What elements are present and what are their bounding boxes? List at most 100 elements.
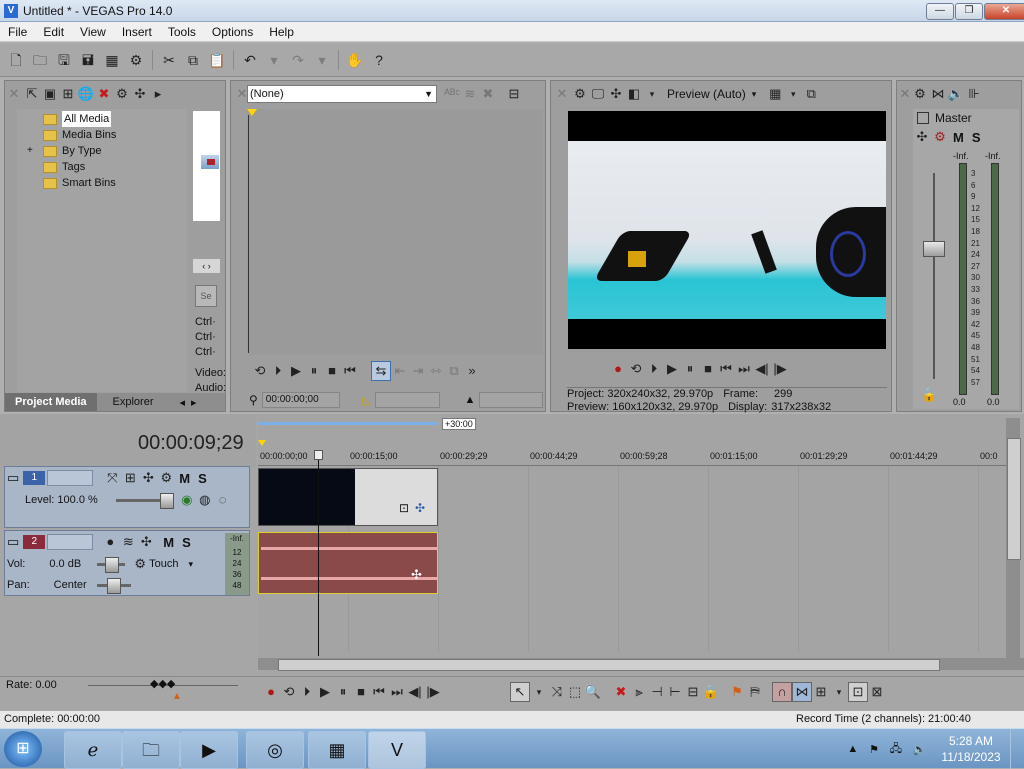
ripple-edit-icon[interactable]: ⊞: [812, 683, 830, 701]
play-icon[interactable]: ▶: [287, 362, 305, 380]
chevron-down-icon[interactable]: ▾: [530, 683, 548, 701]
overlays-icon[interactable]: ▦: [766, 85, 784, 103]
tab-scroll-left-icon[interactable]: ◂: [180, 396, 186, 409]
delete-icon[interactable]: ✖: [612, 683, 630, 701]
media-thumbnail[interactable]: [193, 111, 220, 221]
rate-handle-icon[interactable]: ◆◆◆: [150, 677, 175, 690]
previous-frame-icon[interactable]: ⏮: [341, 362, 359, 380]
blend-mode-icon[interactable]: ◉: [178, 491, 196, 509]
minimize-button[interactable]: —: [926, 3, 954, 20]
composite-parent-icon[interactable]: ◍: [196, 491, 214, 509]
search-media-icon[interactable]: Se: [195, 285, 217, 307]
stop-icon[interactable]: ■: [699, 360, 717, 378]
split-screen-icon[interactable]: ◧: [625, 85, 643, 103]
next-frame-icon[interactable]: |▶: [771, 360, 789, 378]
master-fx-icon[interactable]: ⚙: [931, 128, 949, 146]
copy-snapshot-icon[interactable]: ⧉: [802, 85, 820, 103]
get-media-icon[interactable]: ⊞: [59, 85, 77, 103]
web-media-icon[interactable]: 🌐: [77, 85, 95, 103]
new-icon[interactable]: 🗋: [6, 50, 26, 70]
file-explorer-icon[interactable]: 🗀: [122, 731, 180, 769]
play-icon[interactable]: ▶: [663, 360, 681, 378]
trimmer-end-field[interactable]: [479, 392, 543, 408]
loop-icon[interactable]: ⟲: [251, 362, 269, 380]
pause-icon[interactable]: ⏸: [305, 362, 323, 380]
solo-button[interactable]: S: [198, 471, 207, 486]
previous-frame-icon[interactable]: ◀|: [753, 360, 771, 378]
track-fx-icon[interactable]: ✣: [139, 469, 157, 487]
video-frame[interactable]: [568, 111, 886, 349]
lock-envelopes-icon[interactable]: ⊡: [848, 682, 868, 702]
open-icon[interactable]: 🗀: [30, 50, 50, 70]
flag-icon[interactable]: ⚑: [869, 743, 879, 756]
interactive-tutorials-icon[interactable]: ✋: [345, 50, 365, 70]
stop-icon[interactable]: ■: [323, 362, 341, 380]
menu-edit[interactable]: Edit: [35, 22, 72, 42]
paste-icon[interactable]: 📋: [207, 50, 227, 70]
track-name-field[interactable]: [47, 470, 94, 486]
remove-media-icon[interactable]: ✖: [95, 85, 113, 103]
cut-icon[interactable]: ✂: [159, 50, 179, 70]
tree-item-by-type[interactable]: + By Type: [27, 143, 187, 159]
master-properties-icon[interactable]: ⚙: [911, 85, 929, 103]
loop-region[interactable]: [258, 422, 438, 425]
thumbnail-scroll[interactable]: ‹ ›: [193, 259, 220, 273]
import-media-icon[interactable]: ⇱: [23, 85, 41, 103]
mute-button[interactable]: M: [179, 471, 190, 486]
subclip-icon[interactable]: ⧉: [445, 362, 463, 380]
video-fx-icon[interactable]: ✣: [607, 85, 625, 103]
video-event[interactable]: ⊡ ✣: [258, 468, 438, 526]
show-desktop-button[interactable]: [1010, 729, 1024, 769]
level-slider[interactable]: [115, 492, 174, 509]
lock-icon[interactable]: 🔒: [921, 387, 937, 403]
marker-icon[interactable]: [258, 440, 266, 446]
close-panel-icon[interactable]: ✕: [5, 85, 23, 103]
network-icon[interactable]: 🖧: [890, 740, 902, 759]
record-icon[interactable]: ●: [609, 360, 627, 378]
pause-icon[interactable]: ⏸: [681, 360, 699, 378]
play-icon[interactable]: ▶: [316, 683, 334, 701]
preview-quality-dropdown[interactable]: Preview (Auto): [667, 87, 746, 101]
event-fx-icon[interactable]: ✣: [415, 501, 425, 515]
maximize-button[interactable]: ❐: [955, 3, 983, 20]
insert-marker-icon[interactable]: ⚑: [728, 683, 746, 701]
spelling-icon[interactable]: ᴬᴮᶜ: [443, 85, 461, 103]
ignore-grouping-icon[interactable]: ⊠: [868, 683, 886, 701]
invert-phase-icon[interactable]: ≋: [119, 533, 137, 551]
out-point-icon[interactable]: ▲: [464, 394, 475, 406]
clock[interactable]: 5:28 AM 11/18/2023: [936, 733, 1006, 765]
trimmer-area[interactable]: [247, 109, 543, 355]
zoom-tool-icon[interactable]: 🔍: [584, 683, 602, 701]
add-after-icon[interactable]: ⇥: [409, 362, 427, 380]
trimmer-timecode[interactable]: 00:00:00;00: [261, 392, 341, 408]
cursor-time[interactable]: 00:00:09;29: [138, 432, 244, 455]
tab-project-media[interactable]: Project Media: [5, 393, 97, 411]
menu-insert[interactable]: Insert: [114, 22, 160, 42]
playhead[interactable]: [318, 450, 319, 656]
chevron-down-icon[interactable]: ▾: [643, 85, 661, 103]
event-pan-crop-icon[interactable]: ⊡: [399, 501, 409, 515]
external-monitor-icon[interactable]: 🖵: [589, 85, 607, 103]
go-to-end-icon[interactable]: ⏭: [735, 360, 753, 378]
volume-icon[interactable]: 🔈: [913, 743, 927, 756]
fx-icon[interactable]: ✣: [913, 128, 931, 146]
go-to-start-icon[interactable]: ⏮: [717, 360, 735, 378]
envelope-tool-icon[interactable]: ⤨: [548, 683, 566, 701]
arm-record-icon[interactable]: ●: [101, 533, 119, 551]
redo-icon[interactable]: ↷: [288, 50, 308, 70]
time-ruler[interactable]: 00:00:00;00 00:00:15;00 00:00:29;29 00:0…: [258, 448, 1006, 466]
mute-button[interactable]: M: [953, 130, 964, 145]
close-preview-icon[interactable]: ✕: [553, 85, 571, 103]
lock-icon[interactable]: 🔒: [702, 683, 720, 701]
menu-file[interactable]: File: [0, 22, 35, 42]
tree-item-smart-bins[interactable]: Smart Bins: [43, 175, 187, 191]
snapping-icon[interactable]: ∩: [772, 682, 792, 702]
close-button[interactable]: ✕: [984, 3, 1024, 20]
menu-options[interactable]: Options: [204, 22, 261, 42]
previous-frame-icon[interactable]: ◀|: [406, 683, 424, 701]
media-properties-icon[interactable]: ⚙: [113, 85, 131, 103]
tree-item-media-bins[interactable]: Media Bins: [43, 127, 187, 143]
compositing-icon[interactable]: ⊞: [121, 469, 139, 487]
close-master-icon[interactable]: ✕: [899, 85, 911, 103]
loop-playback-icon[interactable]: ⟲: [280, 683, 298, 701]
